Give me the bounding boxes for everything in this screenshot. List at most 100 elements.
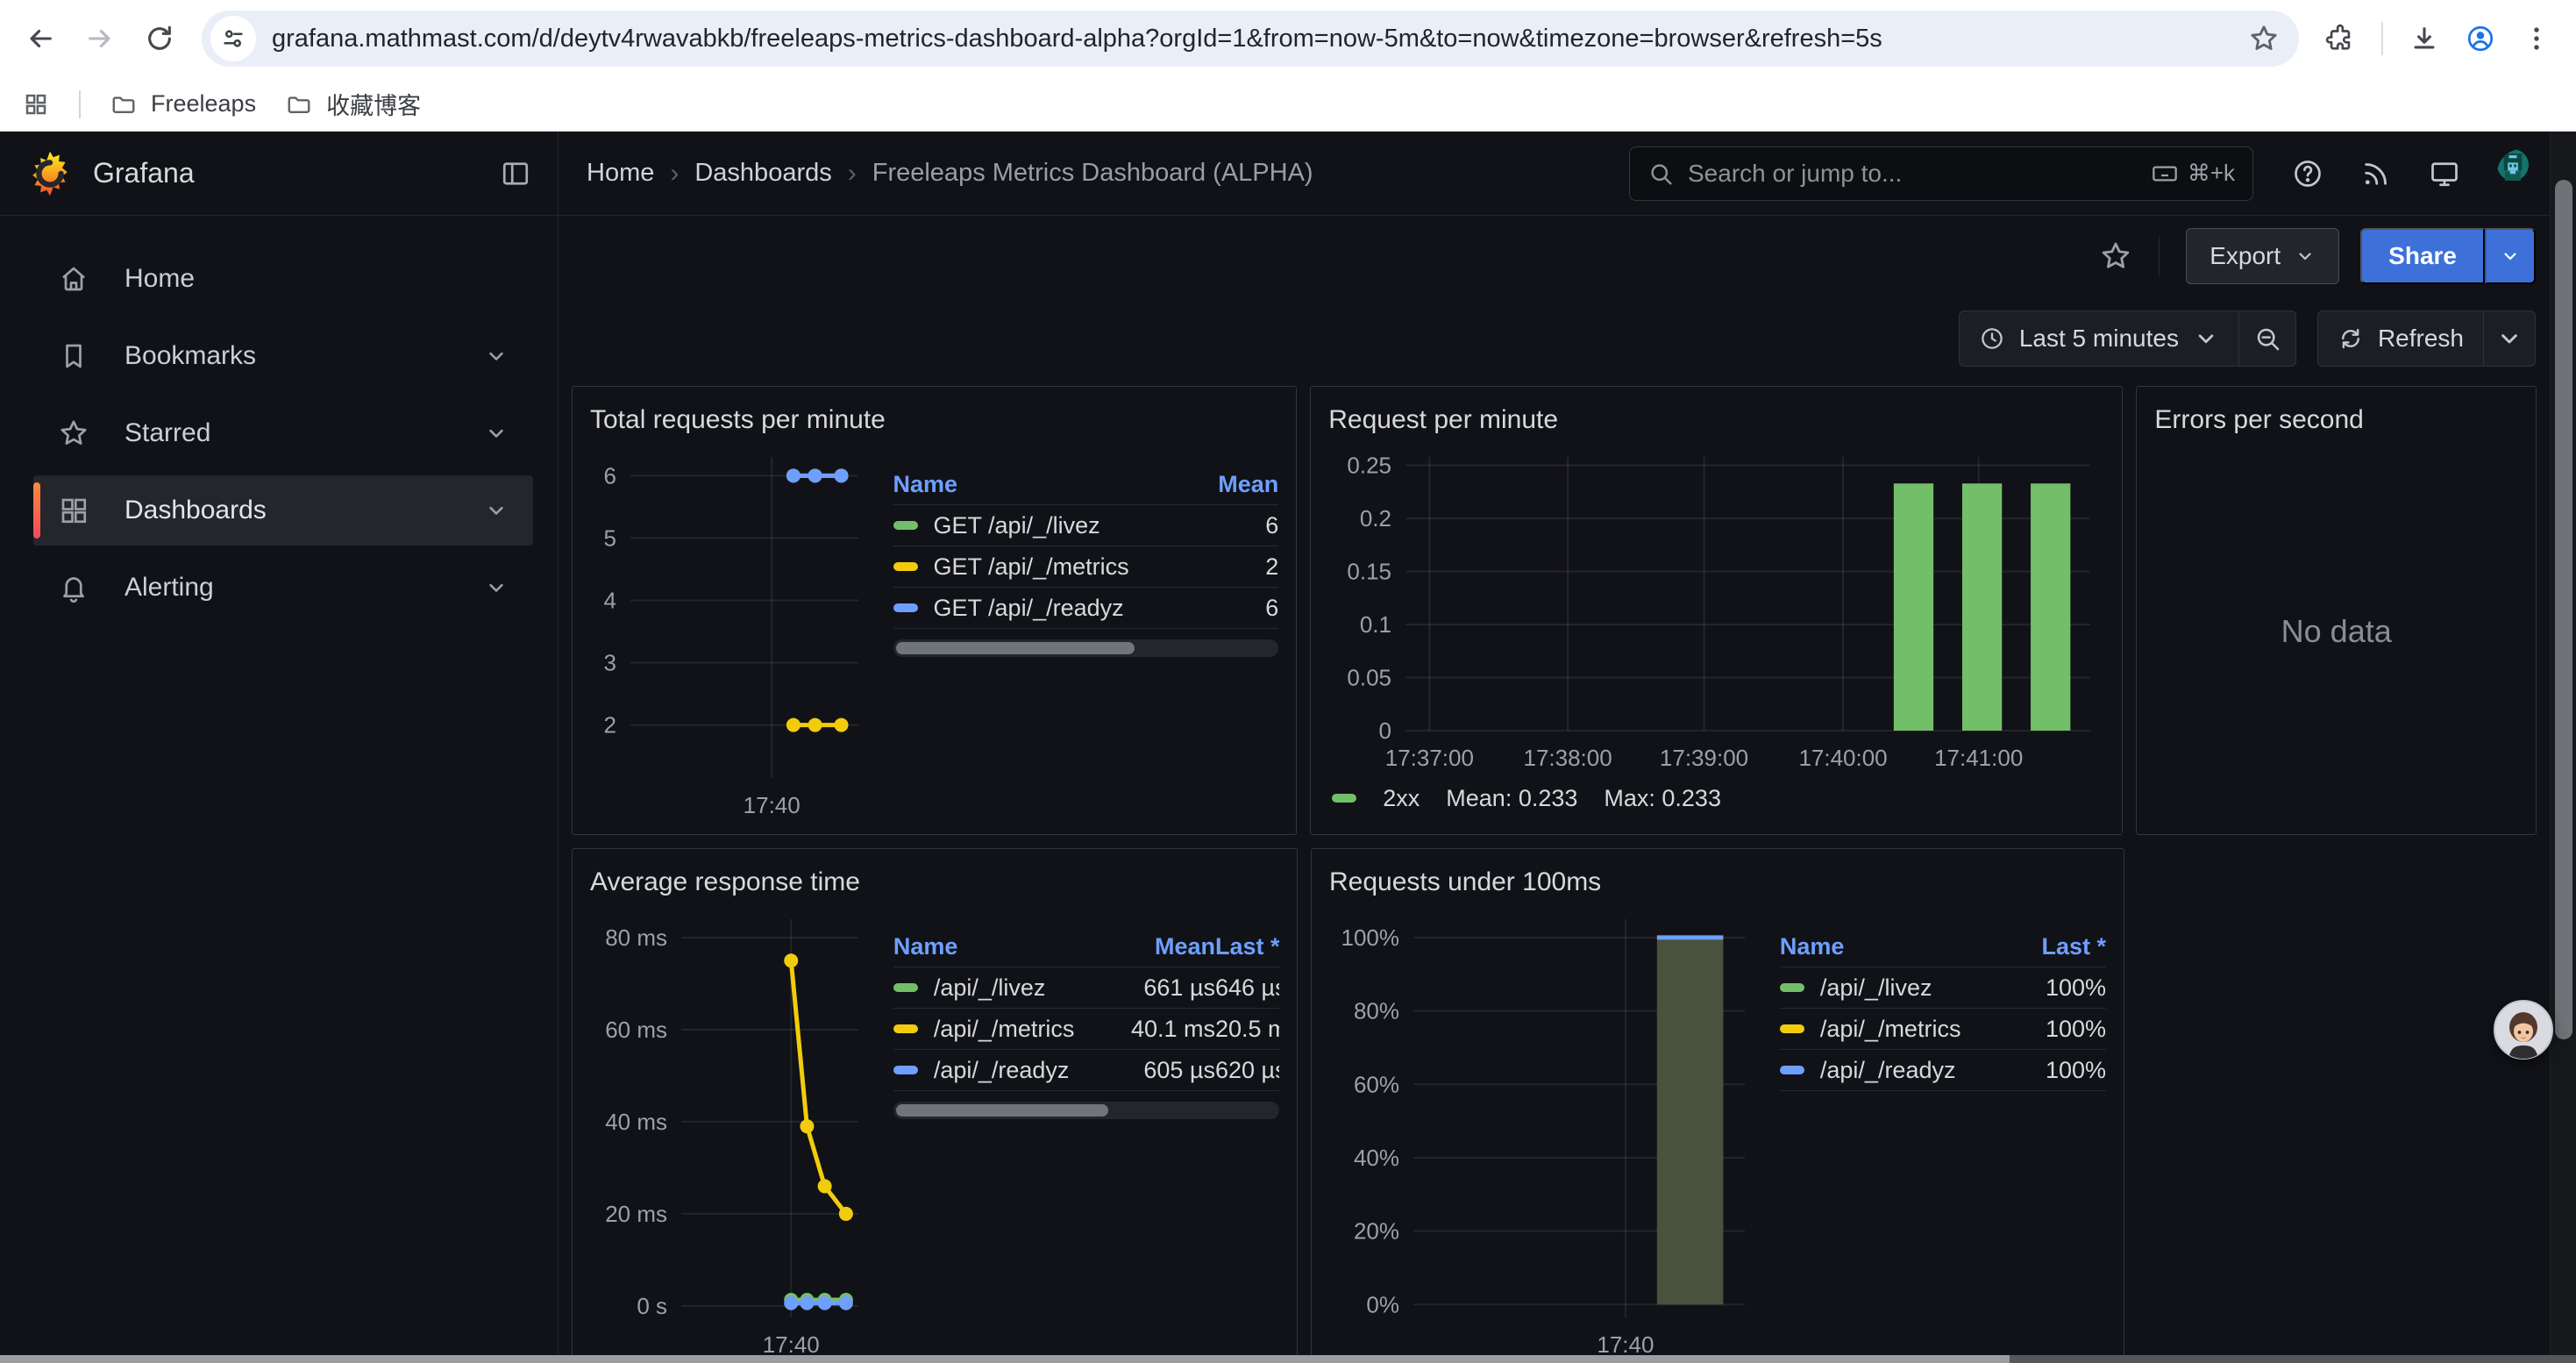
grafana-logo[interactable] (26, 150, 74, 197)
sidebar-item-bookmarks[interactable]: Bookmarks (33, 321, 533, 391)
legend-row[interactable]: /api/_/readyz605 µs620 µs (893, 1050, 1279, 1091)
svg-text:0.15: 0.15 (1348, 559, 1392, 585)
sidebar-toggle-icon[interactable] (500, 158, 531, 189)
bar-chart[interactable]: 0.250.20.150.10.05017:37:0017:38:0017:39… (1328, 441, 2104, 774)
scrollbar-thumb[interactable] (0, 1355, 2010, 1363)
sidebar-item-alerting[interactable]: Alerting (33, 553, 533, 623)
clock-icon (1979, 325, 2005, 352)
apps-grid-icon[interactable] (23, 91, 49, 118)
series-color-chip[interactable] (1780, 1066, 1804, 1074)
legend-header[interactable]: Mean (1182, 471, 1278, 498)
chevron-down-icon[interactable] (484, 421, 509, 446)
user-avatar[interactable] (2497, 149, 2546, 198)
export-button[interactable]: Export (2186, 228, 2339, 284)
extensions-icon[interactable] (2325, 24, 2355, 54)
scrollbar-thumb[interactable] (896, 1104, 1108, 1117)
scrollbar-thumb[interactable] (2555, 180, 2572, 1039)
address-bar[interactable]: grafana.mathmast.com/d/deytv4rwavabkb/fr… (202, 11, 2299, 67)
legend-row[interactable]: GET /api/_/metrics2 (893, 546, 1279, 588)
toolbar-separator (2381, 22, 2383, 55)
back-button[interactable] (14, 12, 67, 65)
sidebar-item-home[interactable]: Home (33, 244, 533, 314)
reload-button[interactable] (133, 12, 186, 65)
sidebar-item-starred[interactable]: Starred (33, 398, 533, 468)
panel-title[interactable]: Total requests per minute (590, 399, 1278, 441)
panel-average-response-time[interactable]: Average response time 80 ms60 ms40 ms20 … (572, 848, 1298, 1363)
series-color-chip[interactable] (893, 1066, 918, 1074)
refresh-group: Refresh (2317, 310, 2536, 367)
svg-text:17:40: 17:40 (1597, 1331, 1654, 1358)
assistant-avatar[interactable] (2494, 1000, 2553, 1060)
chevron-down-icon[interactable] (484, 498, 509, 523)
favorite-star-icon[interactable] (2099, 239, 2132, 273)
share-button[interactable]: Share (2360, 228, 2485, 284)
refresh-interval-button[interactable] (2484, 311, 2535, 366)
breadcrumb-home[interactable]: Home (587, 159, 654, 188)
legend-row[interactable]: /api/_/livez100% (1780, 967, 2106, 1009)
chevron-down-icon[interactable] (484, 344, 509, 368)
svg-text:0: 0 (1379, 717, 1391, 744)
legend-row[interactable]: /api/_/metrics40.1 ms20.5 ms (893, 1009, 1279, 1050)
series-color-chip[interactable] (893, 983, 918, 992)
legend-row[interactable]: GET /api/_/livez6 (893, 505, 1279, 546)
panel-request-per-minute[interactable]: Request per minute 0.250.20.150.10.05017… (1310, 386, 2123, 835)
scrollbar-thumb[interactable] (896, 642, 1135, 654)
timeseries-chart[interactable]: 80 ms60 ms40 ms20 ms0 s17:40 (590, 903, 872, 1361)
legend-inline[interactable]: 2xx Mean: 0.233 Max: 0.233 (1328, 774, 2104, 822)
series-name[interactable]: 2xx (1383, 785, 1420, 812)
legend-scrollbar[interactable] (893, 639, 1279, 657)
series-color-chip[interactable] (893, 521, 918, 530)
legend-header[interactable]: Mean (1084, 933, 1215, 960)
avatar-pixel-art (2497, 149, 2529, 181)
legend-header[interactable]: Name (893, 933, 1084, 960)
menu-kebab-icon[interactable] (2522, 24, 2551, 54)
panel-errors-per-second[interactable]: Errors per second No data (2136, 386, 2537, 835)
bookmark-folder-freeleaps[interactable]: Freeleaps (110, 90, 256, 118)
legend-cell: 646 µs (1215, 974, 1279, 1002)
legend-header[interactable]: Name (893, 471, 1183, 498)
legend-scrollbar[interactable] (893, 1102, 1279, 1119)
panel-title[interactable]: Errors per second (2154, 399, 2518, 441)
forward-button[interactable] (74, 12, 126, 65)
legend-row[interactable]: GET /api/_/readyz6 (893, 588, 1279, 629)
help-icon[interactable] (2292, 158, 2323, 189)
bookmark-folder-blogs[interactable]: 收藏博客 (286, 87, 421, 121)
time-range-picker[interactable]: Last 5 minutes (1960, 311, 2238, 366)
page-vertical-scrollbar[interactable] (2550, 132, 2576, 1363)
panel-requests-under-100ms[interactable]: Requests under 100ms 100%80%60%40%20%0%1… (1311, 848, 2124, 1363)
bookmark-star-icon[interactable] (2248, 23, 2280, 54)
refresh-button[interactable]: Refresh (2318, 311, 2483, 366)
panel-title[interactable]: Average response time (590, 861, 1279, 903)
share-menu-button[interactable] (2485, 228, 2536, 284)
sidebar-item-dashboards[interactable]: Dashboards (33, 475, 533, 546)
panel-title[interactable]: Request per minute (1328, 399, 2104, 441)
download-icon[interactable] (2409, 24, 2439, 54)
series-color-chip[interactable] (1780, 983, 1804, 992)
series-color-chip[interactable] (893, 1024, 918, 1033)
legend-row[interactable]: /api/_/metrics100% (1780, 1009, 2106, 1050)
breadcrumb-separator: › (848, 159, 857, 189)
kiosk-monitor-icon[interactable] (2429, 158, 2460, 189)
panel-total-requests-per-minute[interactable]: Total requests per minute 6543217:40 Nam… (572, 386, 1297, 835)
legend-row[interactable]: /api/_/readyz100% (1780, 1050, 2106, 1091)
legend-row[interactable]: /api/_/livez661 µs646 µs (893, 967, 1279, 1009)
series-color-chip[interactable] (893, 562, 918, 571)
legend-header[interactable]: Name (1780, 933, 1992, 960)
panel-title[interactable]: Requests under 100ms (1329, 861, 2106, 903)
legend-header[interactable]: Last * (1992, 933, 2106, 960)
chevron-down-icon[interactable] (484, 575, 509, 600)
zoom-out-button[interactable] (2239, 311, 2295, 366)
series-color-chip[interactable] (1780, 1024, 1804, 1033)
url-text[interactable]: grafana.mathmast.com/d/deytv4rwavabkb/fr… (272, 25, 2236, 54)
area-chart[interactable]: 100%80%60%40%20%0%17:40 (1329, 903, 1759, 1361)
profile-icon[interactable] (2466, 24, 2495, 54)
news-rss-icon[interactable] (2360, 158, 2392, 189)
site-settings-button[interactable] (210, 16, 256, 61)
page-horizontal-scrollbar[interactable] (0, 1355, 2576, 1363)
search-input[interactable]: Search or jump to... ⌘+k (1629, 146, 2253, 201)
legend-header[interactable]: Last * (1215, 933, 1279, 960)
legend-cell: 100% (1992, 1057, 2106, 1084)
timeseries-chart[interactable]: 6543217:40 (590, 441, 872, 822)
series-color-chip[interactable] (893, 603, 918, 612)
breadcrumb-dashboards[interactable]: Dashboards (694, 159, 831, 188)
